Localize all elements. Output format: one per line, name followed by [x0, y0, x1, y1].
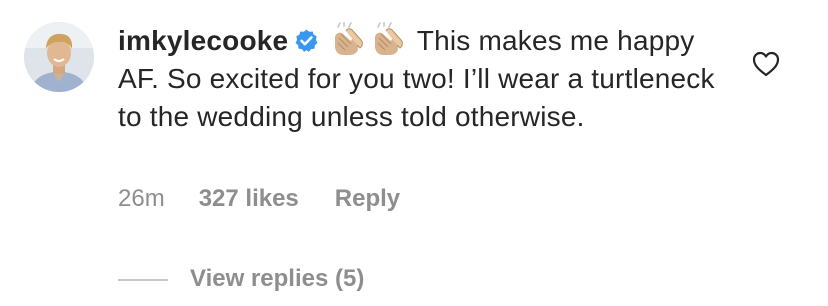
replies-divider-line	[118, 279, 168, 281]
timestamp: 26m	[118, 185, 165, 212]
likes-count-link[interactable]: 327 likes	[199, 184, 299, 214]
comment-meta: 26m 327 likes Reply	[118, 184, 400, 214]
comment-body: imkylecooke This makes me happy AF. So e…	[118, 22, 738, 136]
reply-button[interactable]: Reply	[335, 184, 400, 214]
username-link[interactable]: imkylecooke	[118, 25, 288, 56]
avatar[interactable]	[24, 22, 94, 92]
heart-outline-icon[interactable]	[752, 51, 780, 77]
verified-badge-icon	[295, 29, 318, 52]
clapping-hands-emoji-icon	[335, 22, 364, 55]
view-replies-label: View replies (5)	[190, 265, 365, 292]
avatar-photo-icon	[24, 22, 94, 92]
comment-item: imkylecooke This makes me happy AF. So e…	[0, 0, 828, 306]
clapping-hands-emoji-icon	[375, 22, 404, 55]
